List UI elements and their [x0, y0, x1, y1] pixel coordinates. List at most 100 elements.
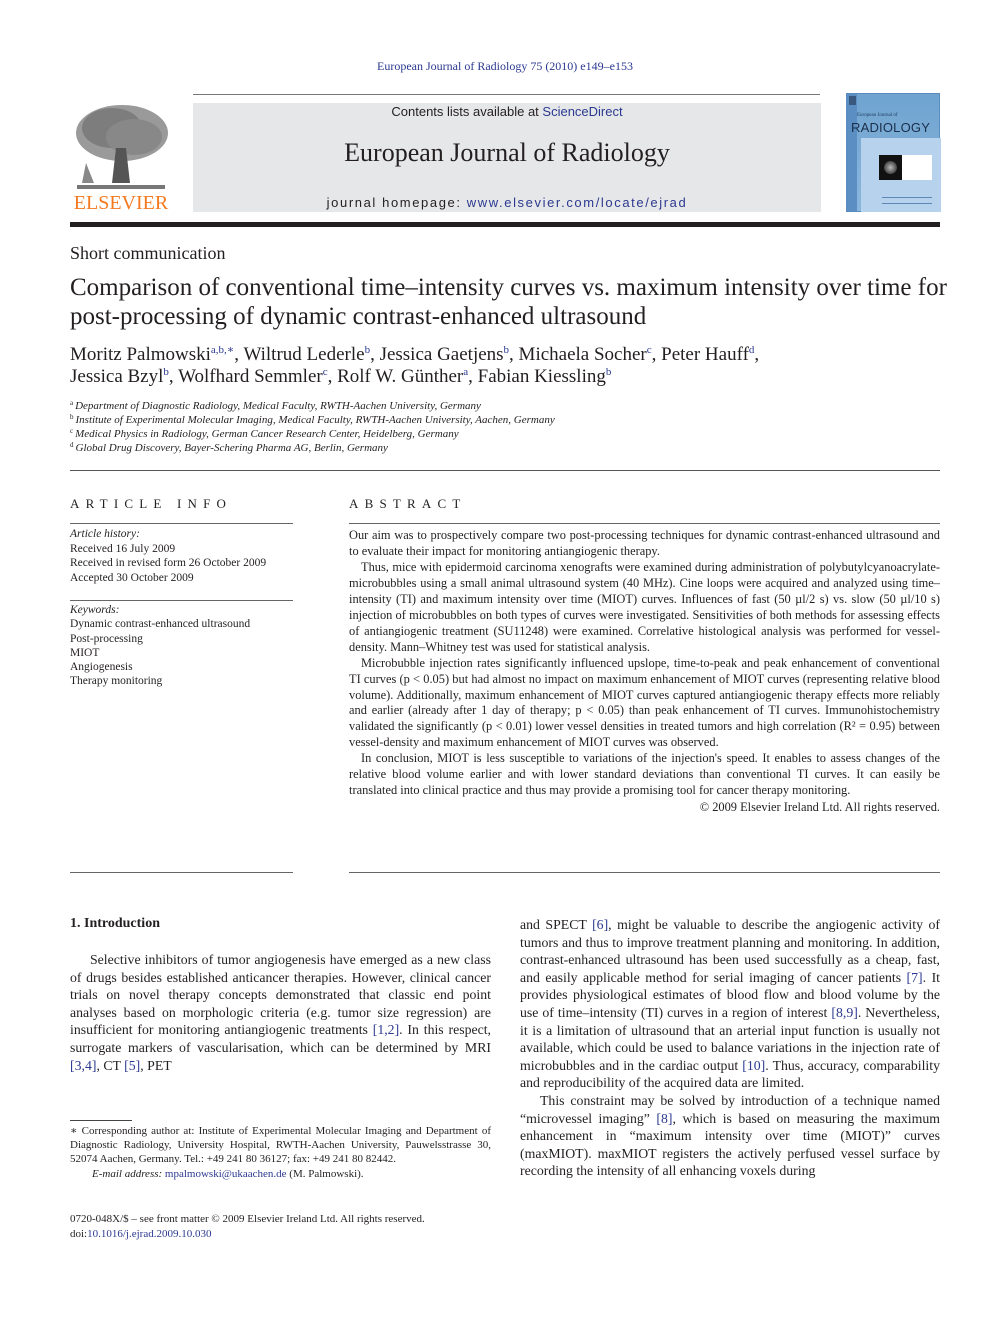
author-affiliation-link[interactable]: c — [323, 366, 328, 378]
citation-reference-link[interactable]: [8] — [656, 1111, 672, 1126]
affiliation: c Medical Physics in Radiology, German Ca… — [70, 427, 950, 441]
author-name: Moritz Palmowski — [70, 344, 211, 365]
abstract-paragraph: Microbubble injection rates significantl… — [349, 655, 940, 750]
author-list: Moritz Palmowskia,b,∗, Wiltrud Lederleb,… — [70, 344, 760, 387]
article-info-heading: ARTICLE INFO — [70, 496, 233, 511]
contents-prefix: Contents lists available at — [391, 104, 543, 119]
history-accepted: Accepted 30 October 2009 — [70, 571, 194, 584]
citation-reference-link[interactable]: [1,2] — [373, 1022, 399, 1037]
affiliation: b Institute of Experimental Molecular Ima… — [70, 413, 950, 427]
citation-reference-link[interactable]: [5] — [124, 1058, 140, 1073]
abstract-body: Our aim was to prospectively compare two… — [349, 528, 940, 816]
article-history: Article history: Received 16 July 2009 R… — [70, 527, 300, 585]
cover-publisher-logo-icon — [849, 96, 856, 105]
author-name: Wolfhard Semmler — [178, 366, 323, 387]
abstract-copyright: © 2009 Elsevier Ireland Ltd. All rights … — [699, 800, 940, 815]
elsevier-tree-icon — [72, 103, 170, 191]
author-name: Jessica Gaetjens — [379, 344, 504, 365]
author-name: Fabian Kiessling — [477, 366, 606, 387]
cover-brain-scan-image — [879, 155, 902, 180]
email-link[interactable]: mpalmowski@ukaachen.de — [165, 1168, 287, 1180]
doi-label: doi: — [70, 1228, 88, 1240]
email-suffix: (M. Palmowski). — [286, 1167, 364, 1180]
article-info-divider — [70, 600, 293, 601]
email-line: E-mail address: mpalmowski@ukaachen.de (… — [70, 1167, 491, 1181]
author-name: Wiltrud Lederle — [243, 344, 365, 365]
corresponding-author-footnote: ∗ Corresponding author at: Institute of … — [70, 1124, 491, 1181]
header-thick-rule — [70, 222, 940, 227]
email-label: E-mail address: — [92, 1167, 165, 1180]
article-info-bottom-rule — [70, 872, 293, 873]
keywords-label: Keywords: — [70, 604, 120, 616]
cover-graph-image — [902, 155, 932, 180]
doi-link[interactable]: 10.1016/j.ejrad.2009.10.030 — [87, 1228, 211, 1240]
affiliation-key: b — [70, 413, 74, 421]
keywords: Keywords: Dynamic contrast-enhanced ultr… — [70, 603, 300, 689]
homepage-link[interactable]: www.elsevier.com/locate/ejrad — [467, 195, 688, 210]
history-received: Received 16 July 2009 — [70, 542, 176, 555]
elsevier-wordmark: ELSEVIER — [73, 192, 169, 214]
affiliation-key: d — [70, 441, 74, 449]
front-matter-text: 0720-048X/$ – see front matter © 2009 El… — [70, 1213, 425, 1225]
abstract-divider — [349, 523, 940, 524]
author-affiliation-link[interactable]: d — [749, 344, 755, 356]
author-affiliation-link[interactable]: c — [647, 344, 652, 356]
affiliation: a Department of Diagnostic Radiology, Med… — [70, 399, 950, 413]
cover-rule — [882, 203, 932, 204]
article-info-divider — [70, 523, 293, 524]
author-affiliation-link[interactable]: b — [365, 344, 371, 356]
history-revised: Received in revised form 26 October 2009 — [70, 557, 267, 569]
author-name: Peter Hauff — [661, 344, 749, 365]
body-column-left: Selective inhibitors of tumor angiogenes… — [70, 951, 491, 1074]
citation-reference-link[interactable]: [7] — [907, 970, 923, 985]
sciencedirect-link[interactable]: ScienceDirect — [542, 104, 622, 119]
homepage-prefix: journal homepage: — [326, 195, 467, 210]
affiliation-text: Medical Physics in Radiology, German Can… — [75, 428, 459, 440]
affiliation-list: a Department of Diagnostic Radiology, Med… — [70, 399, 950, 455]
cover-rule — [882, 197, 932, 198]
abstract-paragraph: Our aim was to prospectively compare two… — [349, 528, 940, 558]
article-history-label: Article history: — [70, 528, 140, 540]
cover-small-title: European Journal of — [857, 113, 898, 118]
body-paragraph: Selective inhibitors of tumor angiogenes… — [70, 952, 491, 1073]
section-heading-introduction: 1. Introduction — [70, 916, 160, 931]
body-paragraph: This constraint may be solved by introdu… — [520, 1092, 940, 1179]
affiliation-text: Global Drug Discovery, Bayer-Schering Ph… — [75, 442, 388, 454]
journal-cover-thumbnail[interactable]: European Journal of RADIOLOGY — [846, 93, 941, 212]
body-column-right: and SPECT [6], might be valuable to desc… — [520, 916, 940, 1180]
affiliation-key: c — [70, 427, 74, 435]
keyword: Therapy monitoring — [70, 675, 163, 688]
keyword: Dynamic contrast-enhanced ultrasound — [70, 618, 251, 631]
journal-masthead: Contents lists available at ScienceDirec… — [193, 103, 821, 212]
journal-citation-link[interactable]: European Journal of Radiology 75 (2010) … — [0, 59, 992, 74]
elsevier-logo[interactable]: ELSEVIER — [70, 103, 172, 215]
author-name: Michaela Socher — [518, 344, 647, 365]
affiliation: d Global Drug Discovery, Bayer-Schering P… — [70, 441, 950, 455]
journal-title: European Journal of Radiology — [344, 138, 670, 167]
affiliation-key: a — [70, 399, 74, 407]
abstract-heading: ABSTRACT — [349, 496, 467, 511]
abstract-paragraph: In conclusion, MIOT is less susceptible … — [349, 751, 940, 798]
citation-reference-link[interactable]: [6] — [592, 917, 608, 932]
contents-available-line: Contents lists available at ScienceDirec… — [193, 104, 821, 119]
front-matter: 0720-048X/$ – see front matter © 2009 El… — [70, 1212, 500, 1242]
keyword: Angiogenesis — [70, 661, 133, 674]
author-affiliation-link[interactable]: b — [504, 344, 510, 356]
author-affiliation-link[interactable]: a — [463, 366, 468, 378]
author-name: Jessica Bzyl — [70, 366, 164, 387]
journal-homepage-line: journal homepage: www.elsevier.com/locat… — [193, 195, 821, 210]
citation-reference-link[interactable]: [8,9] — [831, 1005, 857, 1020]
affiliation-text: Institute of Experimental Molecular Imag… — [75, 414, 555, 426]
citation-reference-link[interactable]: [3,4] — [70, 1058, 96, 1073]
doi-line: doi:10.1016/j.ejrad.2009.10.030 — [70, 1227, 500, 1242]
author-affiliation-link[interactable]: a,b,∗ — [211, 344, 234, 356]
affiliation-text: Department of Diagnostic Radiology, Medi… — [75, 400, 481, 412]
author-affiliation-link[interactable]: b — [606, 366, 612, 378]
body-paragraph: and SPECT [6], might be valuable to desc… — [520, 917, 941, 1091]
cover-big-title: RADIOLOGY — [851, 120, 931, 135]
author-affiliation-link[interactable]: b — [163, 366, 169, 378]
affiliation-divider — [70, 470, 940, 471]
citation-reference-link[interactable]: [10] — [742, 1058, 765, 1073]
corresponding-author-text: ∗ Corresponding author at: Institute of … — [70, 1125, 491, 1166]
abstract-paragraph: Thus, mice with epidermoid carcinoma xen… — [349, 559, 940, 654]
